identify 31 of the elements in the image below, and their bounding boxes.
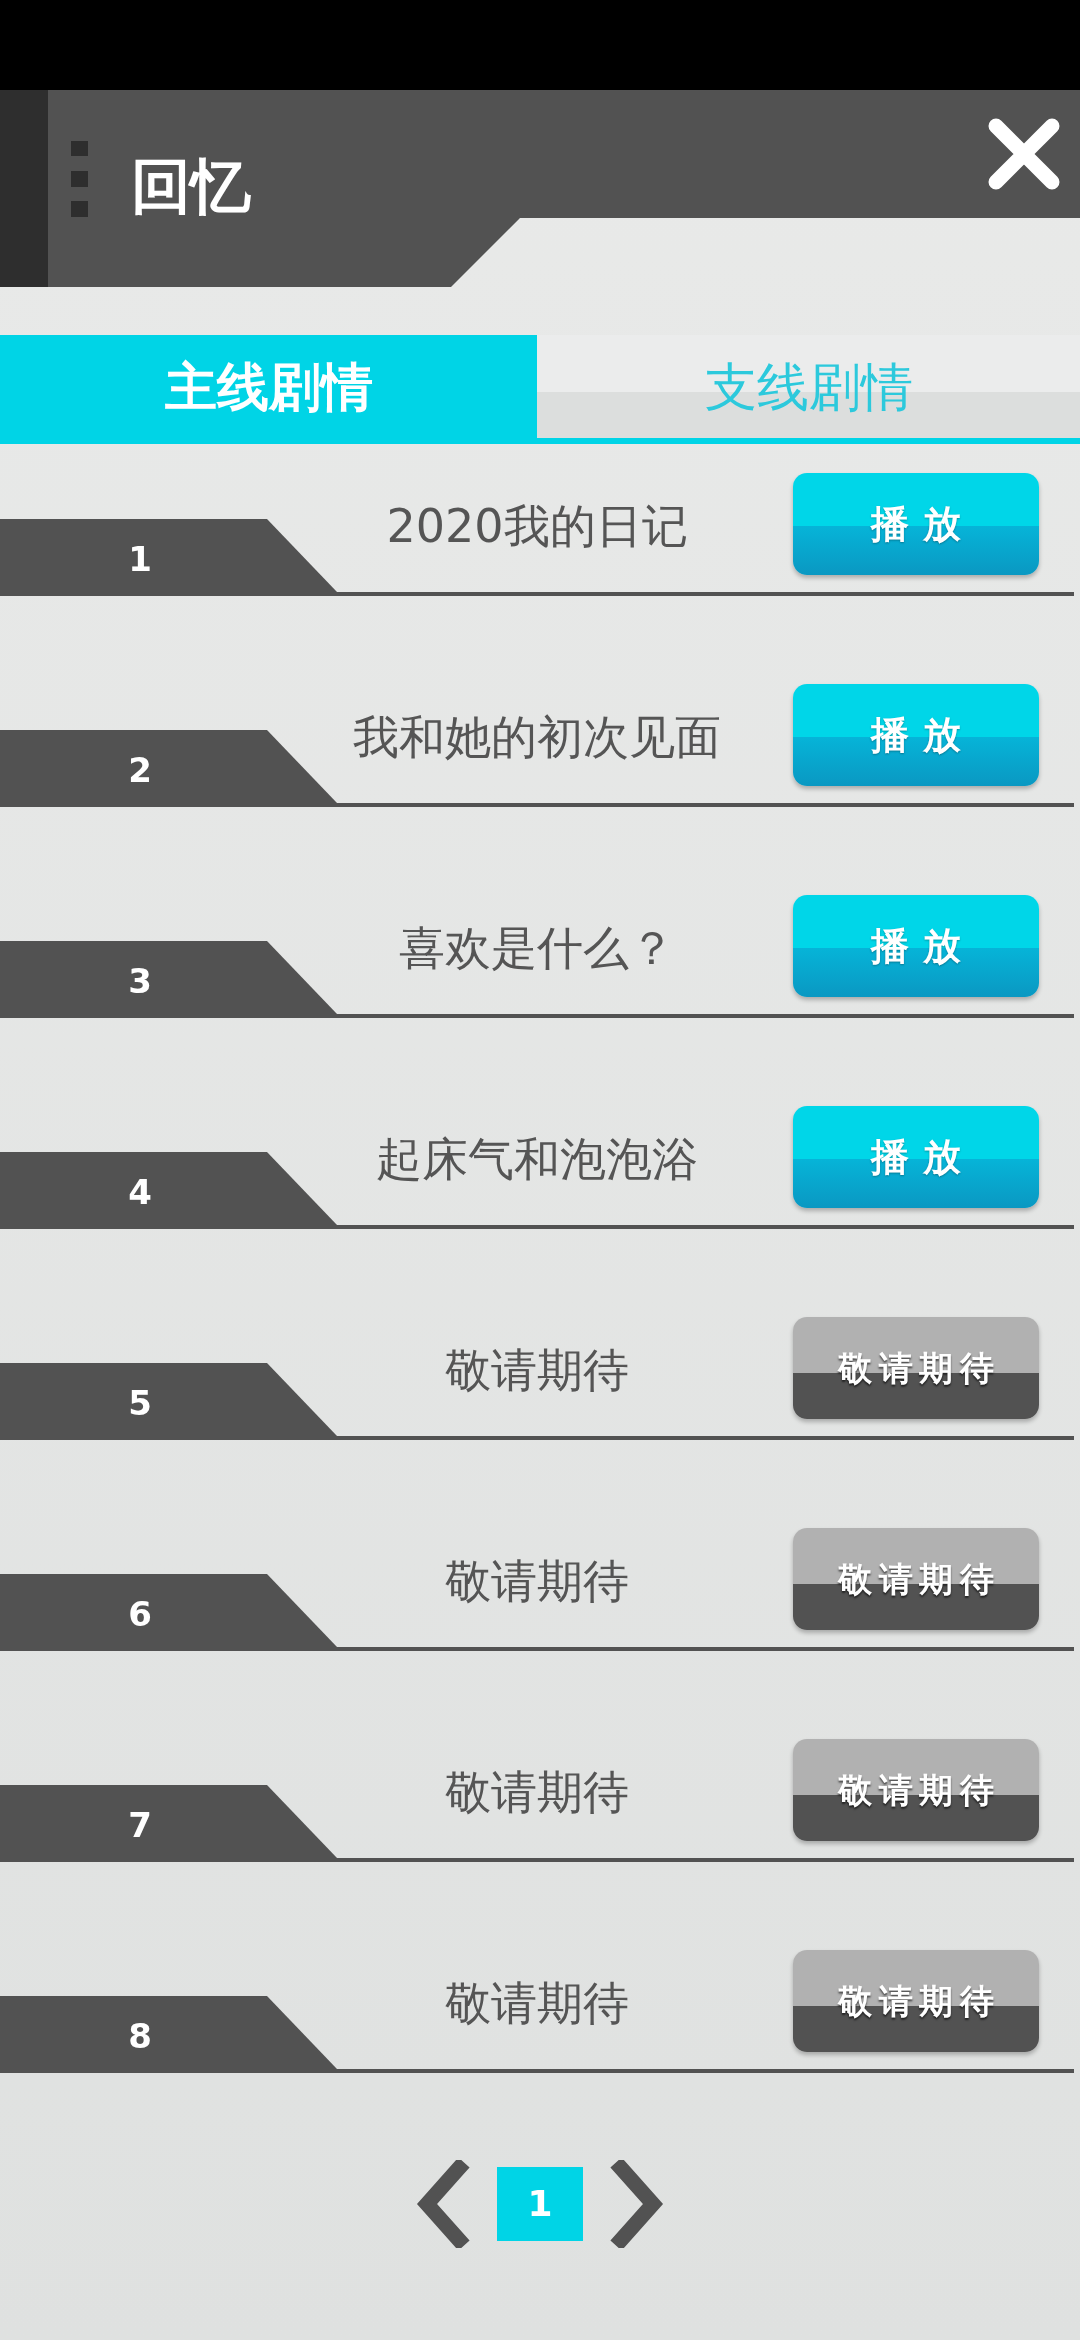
dots-icon: [71, 141, 88, 217]
chapter-title: 起床气和泡泡浴: [376, 1131, 698, 1187]
chapter-number: 6: [128, 1593, 152, 1634]
play-button[interactable]: 播放: [793, 1106, 1039, 1208]
chapter-title: 敬请期待: [445, 1975, 629, 2031]
page-number[interactable]: 1: [497, 2167, 583, 2241]
previous-page-button[interactable]: [415, 2160, 470, 2248]
tab[interactable]: 支线剧情: [537, 335, 1080, 438]
chapter-number: 8: [128, 2015, 152, 2056]
header-title: 回忆: [131, 150, 251, 222]
next-page-button[interactable]: [610, 2160, 665, 2248]
chevron-left-icon: [415, 2160, 470, 2248]
chapter-title: 我和她的初次见面: [353, 709, 721, 765]
chapter-title: 敬请期待: [445, 1342, 629, 1398]
play-button[interactable]: 播放: [793, 473, 1039, 575]
chapter-title: 喜欢是什么？: [399, 920, 675, 976]
chapter-title: 敬请期待: [445, 1764, 629, 1820]
chapter-title: 敬请期待: [445, 1553, 629, 1609]
play-button[interactable]: 播放: [793, 684, 1039, 786]
chapter-number: 7: [128, 1804, 152, 1845]
chapter-number: 4: [128, 1171, 152, 1212]
tab[interactable]: 主线剧情: [0, 335, 537, 438]
chapter-number: 1: [128, 538, 152, 579]
close-button[interactable]: [986, 116, 1062, 192]
chapter-number: 2: [128, 749, 152, 790]
chapter-number: 3: [128, 960, 152, 1001]
play-button[interactable]: 播放: [793, 895, 1039, 997]
chevron-right-icon: [610, 2160, 665, 2248]
chapter-number: 5: [128, 1382, 152, 1423]
chapter-title: 2020我的日记: [386, 498, 688, 554]
close-icon: [986, 116, 1062, 192]
